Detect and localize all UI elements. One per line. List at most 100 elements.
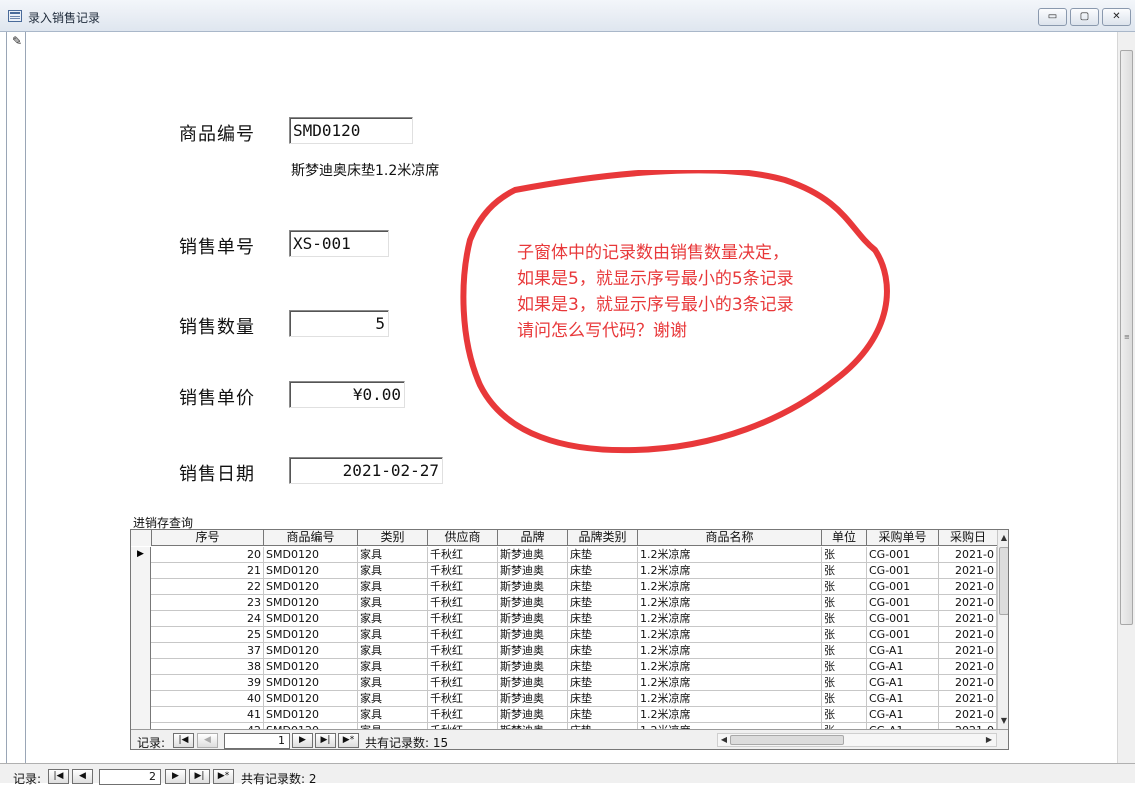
- row-selector[interactable]: [131, 643, 151, 659]
- table-cell[interactable]: 千秋红: [428, 675, 498, 691]
- row-selector[interactable]: [131, 659, 151, 675]
- table-cell[interactable]: 千秋红: [428, 691, 498, 707]
- current-record-field[interactable]: 1: [224, 733, 290, 749]
- table-cell[interactable]: 家具: [358, 659, 428, 675]
- table-cell[interactable]: 家具: [358, 547, 428, 563]
- table-cell[interactable]: CG-001: [867, 595, 939, 611]
- table-cell[interactable]: 1.2米凉席: [638, 579, 822, 595]
- row-selector[interactable]: [131, 611, 151, 627]
- table-cell[interactable]: 张: [822, 579, 867, 595]
- table-cell[interactable]: 斯梦迪奥: [498, 691, 568, 707]
- table-cell[interactable]: CG-A1: [867, 659, 939, 675]
- table-cell[interactable]: 1.2米凉席: [638, 643, 822, 659]
- table-cell[interactable]: 斯梦迪奥: [498, 627, 568, 643]
- table-cell[interactable]: 家具: [358, 691, 428, 707]
- table-cell[interactable]: 张: [822, 627, 867, 643]
- table-cell[interactable]: SMD0120: [264, 611, 358, 627]
- prev-record-button[interactable]: ◀: [72, 769, 93, 784]
- table-cell[interactable]: 2021-0: [939, 563, 997, 579]
- table-cell[interactable]: CG-001: [867, 563, 939, 579]
- unit-price-field[interactable]: ¥0.00: [289, 381, 405, 408]
- first-record-button[interactable]: |◀: [48, 769, 69, 784]
- table-cell[interactable]: 2021-0: [939, 707, 997, 723]
- table-cell[interactable]: 千秋红: [428, 563, 498, 579]
- table-cell[interactable]: 斯梦迪奥: [498, 675, 568, 691]
- table-cell[interactable]: CG-A1: [867, 643, 939, 659]
- table-cell[interactable]: 床垫: [568, 659, 638, 675]
- table-cell[interactable]: SMD0120: [264, 547, 358, 563]
- prev-record-button[interactable]: ◀: [197, 733, 218, 748]
- table-cell[interactable]: 床垫: [568, 579, 638, 595]
- table-cell[interactable]: 床垫: [568, 691, 638, 707]
- table-cell[interactable]: 1.2米凉席: [638, 547, 822, 563]
- table-cell[interactable]: SMD0120: [264, 707, 358, 723]
- row-selector[interactable]: ▶: [131, 547, 151, 563]
- table-cell[interactable]: 2021-0: [939, 547, 997, 563]
- table-cell[interactable]: 2021-0: [939, 643, 997, 659]
- table-cell[interactable]: 床垫: [568, 675, 638, 691]
- table-row[interactable]: 24 SMD0120 家具 千秋红 斯梦迪奥 床垫 1.2米凉席张 CG-001 2021-0: [131, 611, 997, 627]
- column-header[interactable]: 采购单号: [867, 530, 939, 546]
- table-cell[interactable]: 家具: [358, 707, 428, 723]
- table-cell[interactable]: 家具: [358, 643, 428, 659]
- table-row[interactable]: 21 SMD0120 家具 千秋红 斯梦迪奥 床垫 1.2米凉席张 CG-001 2021-0: [131, 563, 997, 579]
- table-cell[interactable]: 22: [152, 579, 264, 595]
- scrollbar-thumb[interactable]: ≡: [1120, 50, 1133, 625]
- table-cell[interactable]: 床垫: [568, 643, 638, 659]
- table-cell[interactable]: 张: [822, 659, 867, 675]
- table-cell[interactable]: 20: [152, 547, 264, 563]
- table-cell[interactable]: 家具: [358, 611, 428, 627]
- table-cell[interactable]: SMD0120: [264, 675, 358, 691]
- table-cell[interactable]: 1.2米凉席: [638, 691, 822, 707]
- table-cell[interactable]: CG-001: [867, 611, 939, 627]
- table-cell[interactable]: 千秋红: [428, 659, 498, 675]
- table-cell[interactable]: 张: [822, 675, 867, 691]
- form-vertical-scrollbar[interactable]: ≡: [1117, 32, 1135, 763]
- table-cell[interactable]: 21: [152, 563, 264, 579]
- table-cell[interactable]: 千秋红: [428, 707, 498, 723]
- table-cell[interactable]: 床垫: [568, 595, 638, 611]
- table-row[interactable]: 39 SMD0120 家具 千秋红 斯梦迪奥 床垫 1.2米凉席张 CG-A1 2021-0: [131, 675, 997, 691]
- subform-horizontal-scrollbar[interactable]: ◀ ▶: [717, 733, 997, 747]
- scrollbar-thumb[interactable]: [999, 547, 1008, 615]
- table-cell[interactable]: CG-001: [867, 579, 939, 595]
- row-selector[interactable]: [131, 707, 151, 723]
- table-cell[interactable]: 2021-0: [939, 659, 997, 675]
- table-cell[interactable]: 千秋红: [428, 579, 498, 595]
- table-cell[interactable]: 2021-0: [939, 611, 997, 627]
- column-header[interactable]: 品牌: [498, 530, 568, 546]
- row-selector[interactable]: [131, 563, 151, 579]
- column-header[interactable]: 供应商: [428, 530, 498, 546]
- scroll-up-icon[interactable]: ▲: [999, 532, 1008, 544]
- scroll-down-icon[interactable]: ▼: [999, 715, 1008, 727]
- next-record-button[interactable]: ▶: [165, 769, 186, 784]
- table-cell[interactable]: 张: [822, 595, 867, 611]
- table-cell[interactable]: 家具: [358, 627, 428, 643]
- table-cell[interactable]: 千秋红: [428, 611, 498, 627]
- table-cell[interactable]: 千秋红: [428, 643, 498, 659]
- sales-no-field[interactable]: XS-001: [289, 230, 389, 257]
- table-cell[interactable]: 家具: [358, 579, 428, 595]
- table-cell[interactable]: 床垫: [568, 547, 638, 563]
- table-row[interactable]: 40 SMD0120 家具 千秋红 斯梦迪奥 床垫 1.2米凉席张 CG-A1 2021-0: [131, 691, 997, 707]
- table-cell[interactable]: CG-A1: [867, 691, 939, 707]
- table-cell[interactable]: 2021-0: [939, 627, 997, 643]
- table-cell[interactable]: 2021-0: [939, 579, 997, 595]
- column-header[interactable]: 单位: [822, 530, 867, 546]
- column-header[interactable]: 类别: [358, 530, 428, 546]
- record-selector[interactable]: ✎: [6, 32, 26, 763]
- table-cell[interactable]: 斯梦迪奥: [498, 643, 568, 659]
- header-corner[interactable]: [131, 530, 152, 546]
- table-cell[interactable]: SMD0120: [264, 627, 358, 643]
- table-row[interactable]: ▶ 20 SMD0120 家具 千秋红 斯梦迪奥 床垫 1.2米凉席张 CG-001 2021-0: [131, 547, 997, 563]
- table-cell[interactable]: CG-A1: [867, 707, 939, 723]
- row-selector[interactable]: [131, 691, 151, 707]
- column-header[interactable]: 品牌类别: [568, 530, 638, 546]
- table-cell[interactable]: SMD0120: [264, 579, 358, 595]
- table-cell[interactable]: 床垫: [568, 707, 638, 723]
- column-header[interactable]: 采购日: [939, 530, 997, 546]
- table-cell[interactable]: 2021-0: [939, 675, 997, 691]
- table-cell[interactable]: 1.2米凉席: [638, 611, 822, 627]
- table-cell[interactable]: 家具: [358, 563, 428, 579]
- table-cell[interactable]: 家具: [358, 675, 428, 691]
